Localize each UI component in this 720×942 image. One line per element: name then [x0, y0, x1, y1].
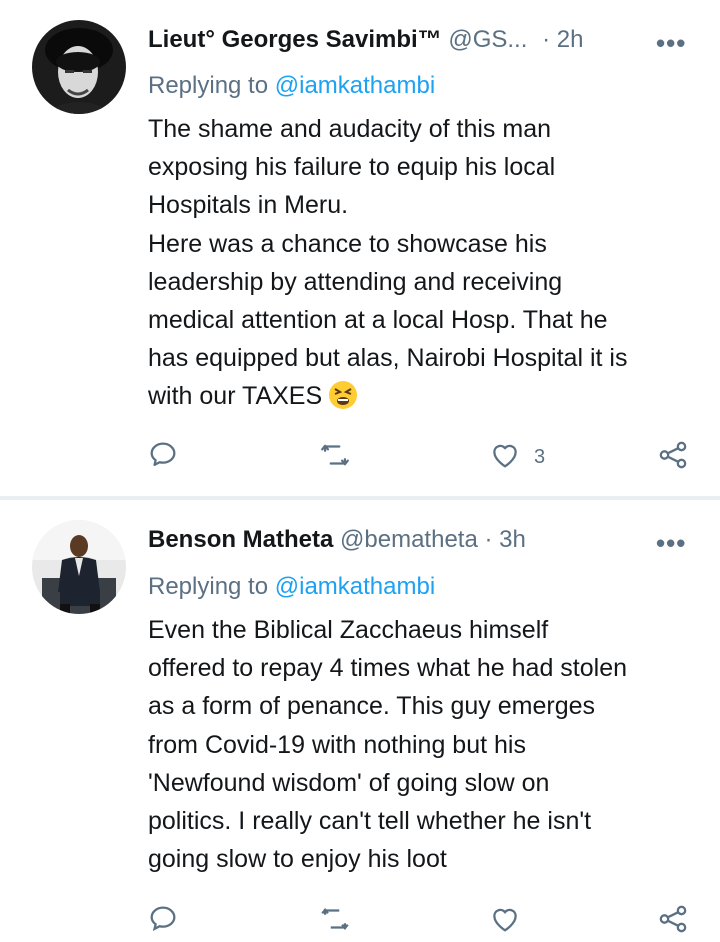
display-name[interactable]: Lieut° Georges Savimbi™	[148, 26, 442, 53]
retweet-button[interactable]	[318, 438, 352, 477]
display-name[interactable]: Benson Matheta	[148, 526, 333, 553]
replying-to: Replying to @iamkathambi	[148, 72, 435, 100]
text-line: exposing his failure to equip his local	[148, 153, 556, 182]
more-icon[interactable]: •••	[656, 28, 686, 59]
tweet[interactable]: Benson Matheta @bematheta · 3h ••• Reply…	[0, 500, 720, 933]
text-line-content: with our TAXES	[148, 382, 323, 411]
replying-to: Replying to @iamkathambi	[148, 573, 435, 601]
user-handle[interactable]: @GS...	[448, 26, 527, 53]
timestamp[interactable]: · 3h	[484, 526, 525, 553]
retweet-button[interactable]	[318, 902, 352, 941]
comment-icon	[146, 902, 180, 941]
retweet-icon	[318, 902, 352, 941]
text-line: leadership by attending and receiving	[148, 267, 563, 296]
text-line: has equipped but alas, Nairobi Hospital …	[148, 344, 628, 373]
heart-icon	[488, 902, 522, 941]
like-count: 3	[534, 446, 546, 468]
text-line: going slow to enjoy his loot	[148, 845, 447, 874]
author-name[interactable]: Benson Matheta @bematheta · 3h	[148, 526, 526, 554]
heart-icon	[488, 438, 522, 477]
reply-mention-link[interactable]: @iamkathambi	[275, 573, 435, 600]
retweet-icon	[318, 438, 352, 477]
reply-button[interactable]	[146, 902, 180, 941]
timestamp[interactable]: · 2h	[542, 26, 583, 53]
replying-label: Replying to	[148, 573, 269, 600]
user-handle[interactable]: @bematheta	[340, 526, 478, 553]
share-button[interactable]	[656, 902, 690, 941]
more-icon[interactable]: •••	[656, 528, 686, 559]
text-line: as a form of penance. This guy emerges	[148, 692, 595, 721]
avatar[interactable]	[32, 520, 126, 614]
avatar[interactable]	[32, 20, 126, 114]
text-line: offered to repay 4 times what he had sto…	[148, 654, 628, 683]
tweet[interactable]: Lieut° Georges Savimbi™ @GS... · 2h ••• …	[0, 0, 720, 496]
text-line: Even the Biblical Zacchaeus himself	[148, 616, 549, 644]
tweet-actions: 3	[0, 438, 720, 478]
like-button[interactable]	[488, 902, 522, 941]
reply-button[interactable]	[146, 438, 180, 477]
text-line: from Covid-19 with nothing but his	[148, 730, 526, 759]
text-line-last: with our TAXES	[148, 377, 708, 421]
text-line: The shame and audacity of this man	[148, 115, 552, 143]
tweet-actions	[0, 902, 720, 942]
comment-icon	[146, 438, 180, 477]
tired-face-emoji-icon	[328, 380, 358, 421]
replying-label: Replying to	[148, 72, 269, 99]
author-name[interactable]: Lieut° Georges Savimbi™ @GS... · 2h	[148, 26, 583, 54]
share-button[interactable]	[656, 438, 690, 477]
text-line: Here was a chance to showcase his	[148, 229, 547, 258]
share-icon	[656, 902, 690, 941]
text-line: medical attention at a local Hosp. That …	[148, 306, 608, 335]
text-line: Hospitals in Meru.	[148, 191, 349, 220]
text-line: politics. I really can't tell whether he…	[148, 807, 592, 836]
tweet-text: The shame and audacity of this man expos…	[148, 110, 708, 422]
share-icon	[656, 438, 690, 477]
tweet-text: Even the Biblical Zacchaeus himself offe…	[148, 611, 708, 878]
text-line: 'Newfound wisdom' of going slow on	[148, 768, 550, 797]
reply-mention-link[interactable]: @iamkathambi	[275, 72, 435, 99]
like-button[interactable]: 3	[488, 438, 545, 477]
